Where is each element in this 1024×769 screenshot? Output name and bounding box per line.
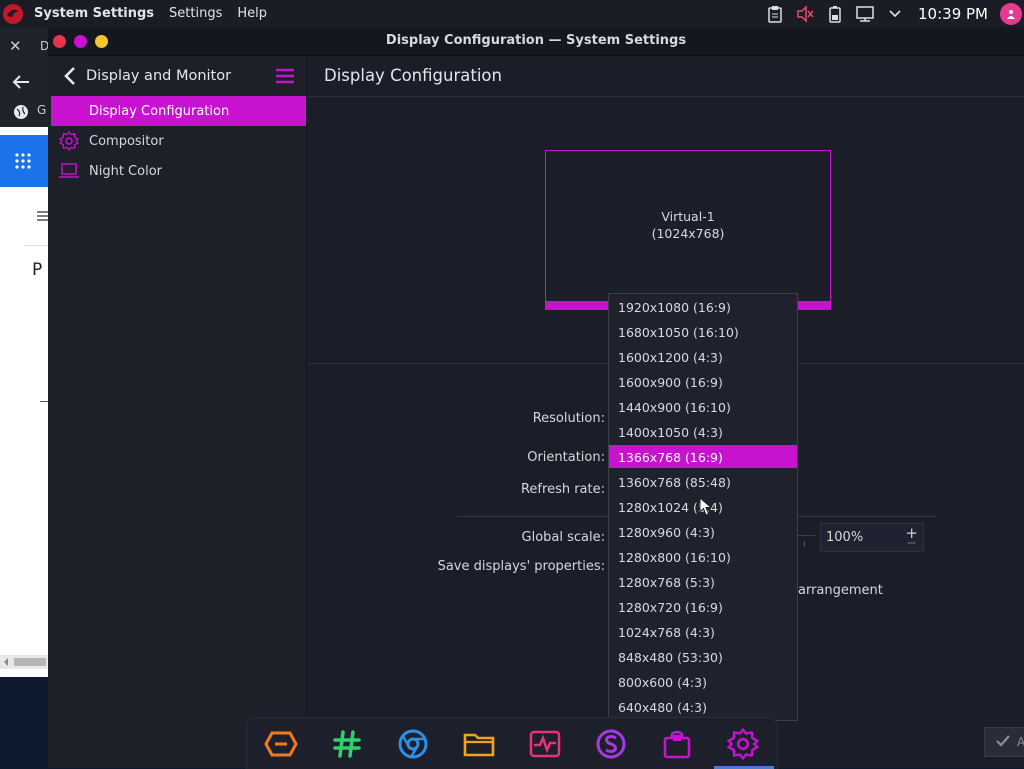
gear-icon xyxy=(59,131,79,151)
menu-system-settings[interactable]: System Settings xyxy=(34,6,154,21)
apps-bar xyxy=(0,135,48,187)
sidebar-item-label: Night Color xyxy=(89,163,162,179)
clock[interactable]: 10:39 PM xyxy=(918,5,988,23)
resolution-option[interactable]: 1024x768 (4:3) xyxy=(609,620,797,643)
orientation-label: Orientation: xyxy=(527,450,605,465)
resolution-option-selected[interactable]: 1366x768 (16:9) xyxy=(609,445,797,468)
apply-button-label: A xyxy=(1017,735,1024,749)
global-scale-value: 100% xyxy=(826,530,864,545)
display-icon xyxy=(59,101,79,121)
resolution-option[interactable]: 1360x768 (85:48) xyxy=(609,470,797,493)
browser-nav-bar xyxy=(0,67,48,97)
background-browser-window: ✕ D G P xyxy=(0,27,49,677)
scroll-left-icon[interactable] xyxy=(3,658,9,666)
globe-icon xyxy=(14,105,28,119)
sidebar-item-display-configuration[interactable]: Display Configuration xyxy=(51,96,306,126)
address-fragment: G xyxy=(37,103,47,117)
arrangement-option-text[interactable]: arrangement xyxy=(798,583,883,598)
folder-icon[interactable] xyxy=(461,726,497,762)
menu-help[interactable]: Help xyxy=(237,6,267,21)
sidebar-item-compositor[interactable]: Compositor xyxy=(51,126,306,156)
sidebar-item-label: Display Configuration xyxy=(89,103,230,119)
decrement-icon[interactable]: − xyxy=(906,536,917,551)
sidebar-title: Display and Monitor xyxy=(86,68,232,84)
global-menu-bar: System Settings Settings Help 10:39 PM xyxy=(0,0,1024,28)
resolution-option[interactable]: 1600x1200 (4:3) xyxy=(609,345,797,368)
page-title: Display Configuration xyxy=(324,66,502,85)
browser-address-bar[interactable]: G xyxy=(0,97,48,127)
horizontal-scrollbar[interactable] xyxy=(0,655,48,669)
scale-slider-track[interactable] xyxy=(795,535,815,536)
resolution-option[interactable]: 1400x1050 (4:3) xyxy=(609,420,797,443)
chromium-icon[interactable] xyxy=(395,726,431,762)
resolution-option[interactable]: 640x480 (4:3) xyxy=(609,695,797,718)
resolution-option[interactable]: 1440x900 (16:10) xyxy=(609,395,797,418)
scale-slider-tick xyxy=(804,541,805,547)
s-app-icon[interactable] xyxy=(593,726,629,762)
menu-lines-icon[interactable] xyxy=(37,210,48,222)
scrollbar-thumb[interactable] xyxy=(14,658,46,666)
user-avatar-icon[interactable] xyxy=(1000,2,1022,25)
settings-gear-icon[interactable] xyxy=(725,726,761,762)
back-arrow-icon[interactable] xyxy=(12,74,30,90)
chevron-down-icon[interactable] xyxy=(886,5,904,23)
hashtag-icon[interactable] xyxy=(329,726,365,762)
close-icon[interactable]: ✕ xyxy=(9,37,22,55)
activity-icon[interactable] xyxy=(527,726,563,762)
bg-line xyxy=(40,401,48,402)
page-heading-fragment: P xyxy=(32,260,43,280)
sidebar-header: Display and Monitor xyxy=(48,56,306,96)
global-scale-spinbox[interactable]: 100% + − xyxy=(820,523,924,552)
monitor-preview[interactable]: Virtual-1 (1024x768) xyxy=(545,150,831,310)
global-scale-label: Global scale: xyxy=(521,530,605,545)
resolution-option[interactable]: 1280x960 (4:3) xyxy=(609,520,797,543)
resolution-label: Resolution: xyxy=(532,411,605,426)
sidebar-item-label: Compositor xyxy=(89,133,164,149)
laptop-icon xyxy=(59,161,79,181)
refresh-rate-label: Refresh rate: xyxy=(520,482,605,497)
garuda-logo-icon[interactable] xyxy=(2,3,24,25)
volume-muted-icon[interactable] xyxy=(796,4,814,23)
window-titlebar[interactable]: Display Configuration — System Settings xyxy=(48,27,1024,56)
monitor-name: Virtual-1 xyxy=(661,209,715,224)
mouse-cursor-icon xyxy=(699,497,713,516)
window-title: Display Configuration — System Settings xyxy=(385,33,687,48)
resolution-option[interactable]: 800x600 (4:3) xyxy=(609,670,797,693)
header-divider xyxy=(307,96,1024,97)
garuda-icon[interactable] xyxy=(263,726,299,762)
checkmark-icon xyxy=(996,735,1010,747)
resolution-option[interactable]: 1680x1050 (16:10) xyxy=(609,320,797,343)
bg-divider xyxy=(24,245,48,246)
browser-tab-bar: ✕ D xyxy=(0,27,49,67)
apply-button[interactable]: A xyxy=(984,727,1024,757)
resolution-option[interactable]: 1280x768 (5:3) xyxy=(609,570,797,593)
sidebar: Display and Monitor Display Configuratio… xyxy=(48,56,307,768)
system-settings-window: Display Configuration — System Settings … xyxy=(48,27,1024,768)
resolution-option[interactable]: 1280x720 (16:9) xyxy=(609,595,797,618)
resolution-option[interactable]: 1600x900 (16:9) xyxy=(609,370,797,393)
hamburger-menu-icon[interactable] xyxy=(276,68,294,84)
resolution-option[interactable]: 1920x1080 (16:9) xyxy=(609,295,797,318)
menu-settings[interactable]: Settings xyxy=(169,6,222,21)
monitor-resolution: (1024x768) xyxy=(651,226,725,241)
clipboard-icon[interactable] xyxy=(766,5,784,23)
save-properties-label: Save displays' properties: xyxy=(437,559,605,574)
dock xyxy=(246,717,778,769)
battery-icon[interactable] xyxy=(826,5,844,23)
store-bag-icon[interactable] xyxy=(659,726,695,762)
apps-grid-icon[interactable] xyxy=(15,153,31,169)
back-chevron-icon[interactable] xyxy=(62,66,78,86)
network-icon[interactable] xyxy=(856,5,874,23)
sidebar-item-night-color[interactable]: Night Color xyxy=(51,156,306,186)
resolution-option[interactable]: 848x480 (53:30) xyxy=(609,645,797,668)
resolution-option[interactable]: 1280x800 (16:10) xyxy=(609,545,797,568)
